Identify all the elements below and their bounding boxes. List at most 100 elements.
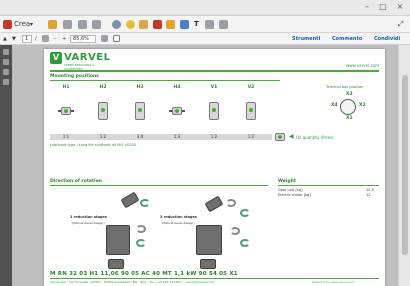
product-code: M RN 32 03 H1 11,06 90 05 AC 40 MT 1,1 k… [50, 271, 238, 277]
header-url[interactable]: www.varvel.com [346, 63, 379, 68]
gearbox-3-stage-top [204, 195, 224, 213]
edit-icon[interactable] [180, 20, 189, 29]
stage2-label: 2 reduction stages [70, 215, 107, 219]
rotation-title: Direction of rotation [50, 179, 102, 184]
open-icon[interactable] [48, 20, 57, 29]
page-separator: / [35, 36, 37, 42]
vertical-scrollbar[interactable] [398, 45, 410, 286]
fit-width-icon[interactable] [113, 35, 120, 42]
tools-icon[interactable] [219, 20, 228, 29]
comment-link[interactable]: Commento [332, 34, 362, 44]
main-toolbar: Crea ▾ T ⤢ [0, 16, 410, 33]
rotation-arrow-icon [136, 239, 146, 247]
oil-quantity-bar [50, 134, 272, 140]
review-icon[interactable] [139, 20, 148, 29]
prev-page-icon[interactable]: ▲ [3, 34, 7, 44]
rotation-divider [50, 185, 268, 186]
oil-qty-v2: 1:2 [247, 134, 255, 139]
maximize-icon[interactable]: □ [378, 2, 388, 12]
fit-page-icon[interactable] [101, 35, 108, 42]
comment-icon[interactable] [126, 20, 135, 29]
oil-qty-h3: 3:4 [136, 134, 144, 139]
page-number-field[interactable]: 1 [22, 35, 32, 43]
oil-qty-v1: 1:2 [210, 134, 218, 139]
create-button[interactable]: Crea [14, 19, 30, 30]
rotation-arrow-icon [136, 225, 146, 233]
pdf-page: V VARVEL SPEED REDUCERS & GEARBOXES www.… [44, 49, 385, 286]
terminal-label-x4: X4 [331, 103, 338, 108]
stage3-label: 3 reduction stages [160, 215, 197, 219]
gearbox-3-stage-body [196, 225, 222, 255]
sign-icon[interactable] [166, 20, 175, 29]
mount-diagram-v1 [206, 101, 222, 121]
select-tool-icon[interactable] [42, 35, 49, 42]
rotation-arrow-icon [140, 199, 150, 207]
mount-diagram-h1 [58, 106, 74, 116]
zoom-in-icon[interactable]: + [62, 34, 66, 44]
position-label-h4: H4 [173, 85, 181, 90]
footer-powered: Powered by www.varvel.com [312, 280, 356, 284]
rotation-arrow-icon [240, 209, 250, 217]
position-label-v2: V2 [247, 85, 255, 90]
weight-title: Weight [278, 179, 296, 184]
navigation-pane [0, 45, 12, 286]
mount-diagram-h2 [95, 101, 111, 121]
bookmarks-icon[interactable] [3, 59, 9, 65]
oil-quantity-note: Oil quantity (litres) [296, 135, 334, 140]
attachments-icon[interactable] [3, 69, 9, 75]
rotation-arrow-icon [240, 239, 250, 247]
create-icon [3, 20, 12, 29]
weight-gear-label: Gear unit [kg] [278, 188, 303, 192]
mount-diagram-h4 [169, 106, 185, 116]
chevron-down-icon[interactable]: ▾ [30, 19, 33, 30]
arrow-left-icon: ◀ [289, 133, 294, 140]
pages-icon[interactable] [3, 49, 9, 55]
oil-qty-h4: 1:3 [173, 134, 181, 139]
mount-diagram-v2 [243, 101, 259, 121]
zoom-field[interactable]: 85,6% [70, 35, 96, 43]
weight-motor-label: Electric motor [kg] [278, 193, 311, 197]
navigation-toolbar: ▲ ▼ 1 / – + 85,6% Strumenti Commento Con… [0, 33, 410, 45]
email-icon[interactable] [92, 20, 101, 29]
footer-address: Varvel Spa - Via Fiorgnelli, 1045/A - 40… [50, 280, 215, 284]
settings-icon[interactable] [112, 20, 121, 29]
zoom-out-icon[interactable]: – [54, 34, 57, 44]
acrobat-window: – □ × Crea ▾ T ⤢ ▲ ▼ 1 / – + 85,6% Strum… [0, 0, 410, 286]
rotation-arrow-icon [226, 199, 236, 207]
position-label-v1: V1 [210, 85, 218, 90]
footer-divider [50, 278, 379, 279]
signatures-icon[interactable] [3, 79, 9, 85]
mounting-divider [50, 80, 280, 81]
oil-qty-h2: 1:2 [99, 134, 107, 139]
gearbox-2-stage-top [120, 191, 140, 209]
varvel-logo: V VARVEL SPEED REDUCERS & GEARBOXES [50, 52, 110, 71]
expand-icon[interactable]: ⤢ [398, 19, 404, 30]
tools-link[interactable]: Strumenti [292, 34, 320, 44]
share-icon[interactable] [153, 20, 162, 29]
lubricant-note: Lubricant type : Long life synthetic oil… [50, 143, 137, 147]
position-label-h2: H2 [99, 85, 107, 90]
position-label-h3: H3 [136, 85, 144, 90]
form-icon[interactable] [205, 20, 214, 29]
position-label-h1: H1 [62, 85, 70, 90]
share-link[interactable]: Condividi [374, 34, 400, 44]
gearbox-2-stage-body [106, 225, 130, 255]
oil-gear-icon [275, 132, 287, 142]
stage2-sublabel: (Helical bevel design) [72, 221, 105, 225]
gearbox-2-stage-bottom [108, 259, 124, 269]
scrollbar-thumb[interactable] [402, 75, 408, 255]
weight-divider [278, 185, 379, 186]
save-icon[interactable] [63, 20, 72, 29]
rotation-arrow-icon [230, 227, 240, 235]
minimize-icon[interactable]: – [362, 2, 372, 12]
weight-gear-value: 12,5 [366, 188, 374, 192]
mounting-title: Mounting positions [50, 74, 99, 79]
mount-diagram-h3 [132, 101, 148, 121]
print-icon[interactable] [78, 20, 87, 29]
title-bar: – □ × [0, 0, 410, 16]
close-icon[interactable]: × [395, 2, 405, 12]
header-divider [50, 70, 379, 72]
text-tool-icon[interactable]: T [194, 19, 199, 30]
terminal-label-x2: X2 [359, 103, 366, 108]
next-page-icon[interactable]: ▼ [12, 34, 16, 44]
